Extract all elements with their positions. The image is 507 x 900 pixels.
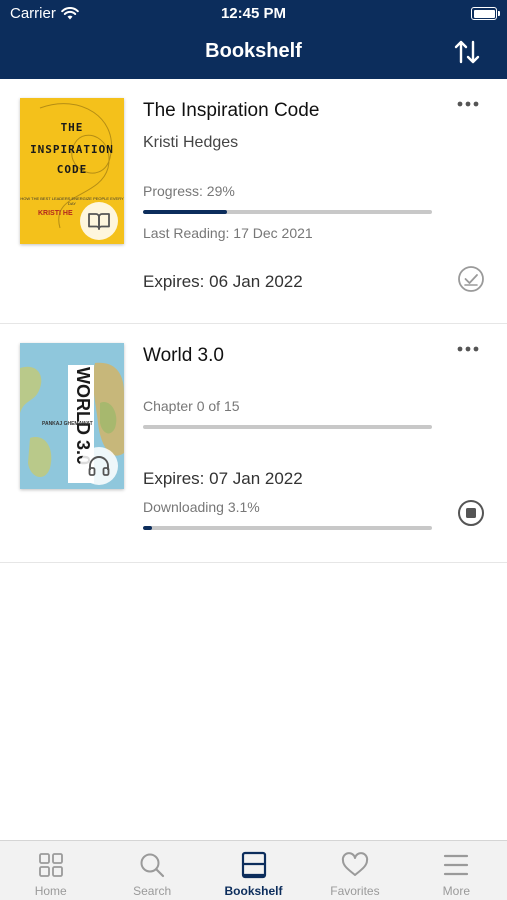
tab-bar: Home Search Bookshelf Favorites More — [0, 840, 507, 900]
more-options-icon[interactable] — [457, 346, 479, 352]
tab-bookshelf[interactable]: Bookshelf — [203, 841, 304, 900]
cover-title-line: INSPIRATION — [30, 143, 114, 156]
tab-favorites[interactable]: Favorites — [304, 841, 405, 900]
check-circle-icon[interactable] — [457, 265, 485, 293]
cover-title-line: THE — [60, 121, 84, 134]
chapter-label: Chapter 0 of 15 — [143, 398, 240, 414]
tab-label: Search — [133, 884, 172, 898]
expires-label: Expires: 06 Jan 2022 — [143, 272, 303, 291]
book-title[interactable]: World 3.0 — [143, 345, 224, 367]
audiobook-badge — [80, 447, 118, 485]
ebook-badge — [80, 202, 118, 240]
progress-fill — [143, 526, 152, 530]
bookshelf-icon — [241, 851, 266, 879]
tab-more[interactable]: More — [406, 841, 507, 900]
reading-progress-bar — [143, 210, 432, 214]
progress-label: Progress: 29% — [143, 183, 235, 199]
expires-label: Expires: 07 Jan 2022 — [143, 469, 303, 488]
book-author: Kristi Hedges — [143, 134, 239, 151]
more-options-icon[interactable] — [457, 101, 479, 107]
tab-search[interactable]: Search — [101, 841, 202, 900]
downloading-label: Downloading 3.1% — [143, 499, 260, 515]
tab-label: Bookshelf — [224, 884, 283, 898]
tab-label: More — [442, 884, 470, 898]
battery-icon — [471, 7, 500, 20]
status-bar: Carrier 12:45 PM — [0, 0, 507, 28]
progress-fill — [143, 210, 227, 214]
cover-title-line: CODE — [56, 163, 88, 176]
cover-author: PANKAJ GHEMAWAT — [42, 421, 93, 427]
tab-home[interactable]: Home — [0, 841, 101, 900]
headphones-icon — [88, 456, 110, 476]
menu-icon — [444, 854, 469, 876]
book-cover[interactable]: WORLD 3.0 PANKAJ GHEMAWAT — [20, 343, 124, 489]
book-cover[interactable]: THE INSPIRATION CODE HOW THE BEST LEADER… — [20, 98, 124, 244]
grid-icon — [38, 853, 63, 877]
search-icon — [140, 853, 165, 878]
bookshelf-item[interactable]: THE INSPIRATION CODE HOW THE BEST LEADER… — [0, 79, 507, 324]
book-title[interactable]: The Inspiration Code — [143, 100, 319, 122]
bookshelf-item[interactable]: WORLD 3.0 PANKAJ GHEMAWAT World 3.0 Chap… — [0, 324, 507, 563]
download-progress-bar — [143, 526, 432, 530]
nav-header: Carrier 12:45 PM Bookshelf — [0, 0, 507, 79]
tab-label: Favorites — [330, 884, 380, 898]
last-reading-label: Last Reading: 17 Dec 2021 — [143, 225, 313, 241]
tab-label: Home — [34, 884, 67, 898]
heart-icon — [341, 852, 369, 876]
chapter-progress-bar — [143, 425, 432, 429]
stop-circle-icon[interactable] — [457, 499, 485, 527]
status-time: 12:45 PM — [220, 5, 287, 22]
book-icon — [88, 213, 110, 230]
sort-icon[interactable] — [453, 38, 481, 66]
page-title: Bookshelf — [205, 40, 302, 62]
cover-author: KRISTI HE — [38, 210, 73, 217]
